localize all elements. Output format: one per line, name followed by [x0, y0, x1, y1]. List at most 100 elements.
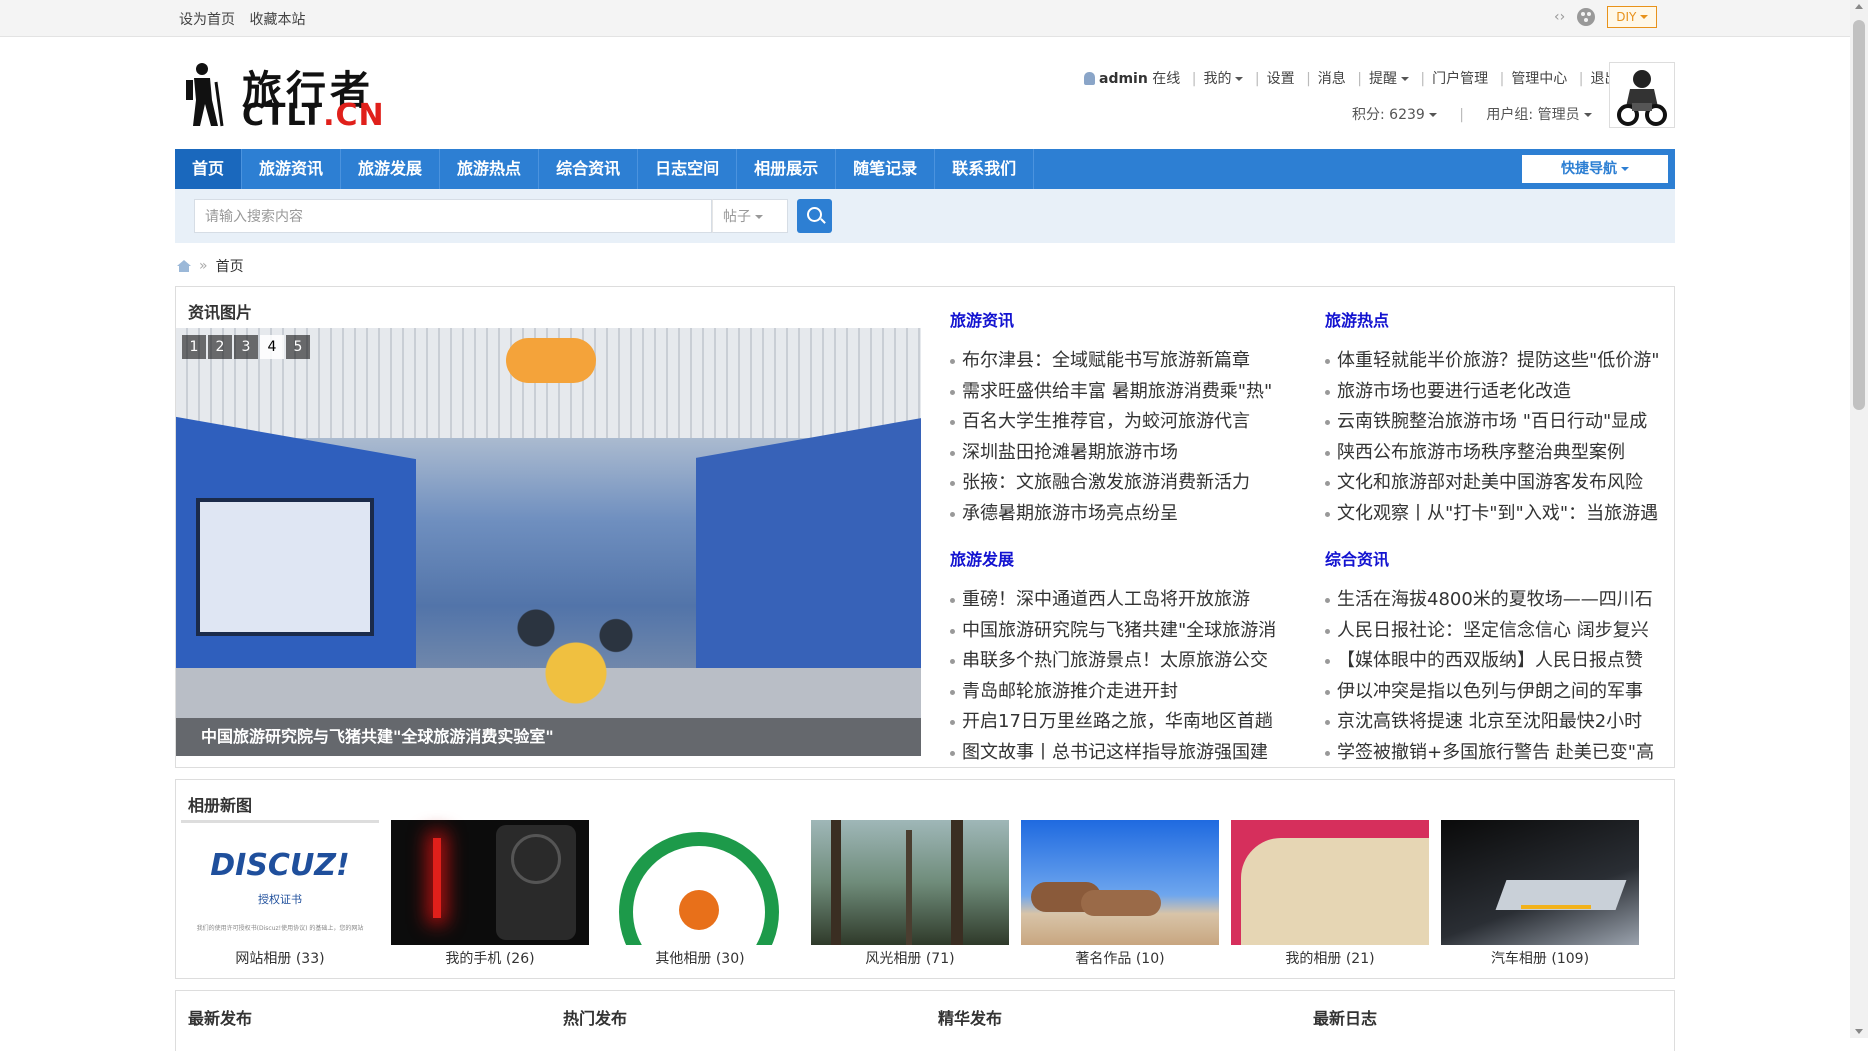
palette-icon[interactable] — [1577, 8, 1596, 26]
album-item[interactable]: 风光相册 (71) — [811, 820, 1009, 970]
nav-item-general-news[interactable]: 综合资讯 — [539, 149, 639, 189]
nav-item-travel-hotspots[interactable]: 旅游热点 — [440, 149, 540, 189]
code-icon[interactable]: ‹› — [1554, 9, 1565, 25]
news-item[interactable]: 中国旅游研究院与飞猪共建"全球旅游消 — [950, 616, 1285, 647]
scroll-up-icon[interactable] — [1855, 4, 1863, 9]
news-item[interactable]: 学签被撤销+多国旅行警告 赴美已变"高 — [1325, 738, 1660, 769]
news-item[interactable]: 串联多个热门旅游景点！太原旅游公交 — [950, 646, 1285, 677]
nav-item-notes[interactable]: 随笔记录 — [836, 149, 936, 189]
my-menu[interactable]: 我的 — [1203, 71, 1244, 87]
news-item[interactable]: 深圳盐田抢滩暑期旅游市场 — [950, 438, 1285, 469]
slider-page-4[interactable]: 4 — [260, 335, 284, 359]
album-thumbnail — [1021, 820, 1219, 945]
search-type-select[interactable]: 帖子 — [712, 199, 788, 233]
nav-item-travel-development[interactable]: 旅游发展 — [341, 149, 441, 189]
news-item[interactable]: 图文故事丨总书记这样指导旅游强国建 — [950, 738, 1285, 769]
nav-item-album[interactable]: 相册展示 — [737, 149, 837, 189]
messages-link[interactable]: 消息 — [1318, 71, 1346, 87]
news-heading[interactable]: 旅游热点 — [1325, 308, 1660, 346]
news-item[interactable]: 陕西公布旅游市场秩序整治典型案例 — [1325, 438, 1660, 469]
album-caption: 网站相册 (33) — [235, 951, 325, 967]
user-stats: 积分: 6239 | 用户组: 管理员 — [1352, 104, 1592, 124]
news-item[interactable]: 承德暑期旅游市场亮点纷呈 — [950, 499, 1285, 530]
album-caption: 我的手机 (26) — [445, 951, 535, 967]
album-title: 相册新图 — [188, 796, 253, 815]
news-column-travel-hotspots: 旅游热点 体重轻就能半价旅游？提防这些"低价游" 旅游市场也要进行适老化改造 云… — [1325, 308, 1660, 530]
album-item[interactable]: 著名作品 (10) — [1021, 820, 1219, 970]
search-input[interactable]: 请输入搜索内容 — [194, 199, 712, 233]
news-item[interactable]: 体重轻就能半价旅游？提防这些"低价游" — [1325, 346, 1660, 377]
news-item[interactable]: 文化和旅游部对赴美中国游客发布风险 — [1325, 468, 1660, 499]
site-logo[interactable]: 旅行者 CTLT.CN — [180, 58, 460, 133]
nav-item-contact[interactable]: 联系我们 — [935, 149, 1035, 189]
album-item[interactable]: 汽车相册 (109) — [1441, 820, 1639, 970]
points-label: 积分: 6239 — [1352, 107, 1425, 123]
news-heading[interactable]: 旅游发展 — [950, 547, 1285, 585]
main-nav: 首页 旅游资讯 旅游发展 旅游热点 综合资讯 日志空间 相册展示 随笔记录 联系… — [175, 149, 1675, 189]
news-item[interactable]: 布尔津县：全域赋能书写旅游新篇章 — [950, 346, 1285, 377]
album-thumbnail — [601, 820, 799, 945]
album-item[interactable]: 其他相册 (30) — [601, 820, 799, 970]
diy-button[interactable]: DIY — [1607, 6, 1658, 28]
avatar[interactable] — [1609, 62, 1675, 128]
portal-admin-link[interactable]: 门户管理 — [1432, 71, 1488, 87]
certificate-note: 我们的使用许可授权书(Discuz!使用协议) 的基础上，您的网站 — [196, 925, 364, 932]
image-slider[interactable]: 1 2 3 4 5 中国旅游研究院与飞猪共建"全球旅游消费实验室" — [176, 328, 921, 756]
reminder-menu[interactable]: 提醒 — [1369, 71, 1409, 87]
user-group-menu[interactable]: 用户组: 管理员 — [1486, 107, 1592, 123]
news-item[interactable]: 人民日报社论：坚定信念信心 阔步复兴 — [1325, 616, 1660, 647]
news-item[interactable]: 百名大学生推荐官，为蛟河旅游代言 — [950, 407, 1285, 438]
caret-down-icon — [755, 215, 763, 219]
search-button[interactable] — [797, 199, 832, 233]
news-column-general-news: 综合资讯 生活在海拔4800米的夏牧场——四川石 人民日报社论：坚定信念信心 阔… — [1325, 547, 1660, 769]
news-item[interactable]: 旅游市场也要进行适老化改造 — [1325, 377, 1660, 408]
nav-item-travel-news[interactable]: 旅游资讯 — [242, 149, 342, 189]
news-item[interactable]: 青岛邮轮旅游推介走进开封 — [950, 677, 1285, 708]
bell-icon[interactable] — [1084, 72, 1095, 85]
news-item[interactable]: 生活在海拔4800米的夏牧场——四川石 — [1325, 585, 1660, 616]
album-item[interactable]: DISCUZ! 授权证书 我们的使用许可授权书(Discuz!使用协议) 的基础… — [181, 820, 379, 970]
set-home-link[interactable]: 设为首页 — [179, 12, 235, 28]
certificate-subtitle: 授权证书 — [258, 893, 302, 906]
caret-down-icon — [1428, 113, 1437, 117]
news-item[interactable]: 云南铁腕整治旅游市场 "百日行动"显成 — [1325, 407, 1660, 438]
slider-page-3[interactable]: 3 — [234, 335, 258, 359]
username-link[interactable]: admin — [1099, 71, 1148, 87]
page-scrollbar[interactable] — [1850, 0, 1868, 1038]
slider-page-5[interactable]: 5 — [286, 335, 310, 359]
news-item[interactable]: 京沈高铁将提速 北京至沈阳最快2小时 — [1325, 707, 1660, 738]
home-icon[interactable] — [177, 260, 191, 272]
album-item[interactable]: 我的手机 (26) — [391, 820, 589, 970]
scroll-down-icon[interactable] — [1855, 1029, 1863, 1034]
album-item[interactable]: 我的相册 (21) — [1231, 820, 1429, 970]
news-column-travel-news: 旅游资讯 布尔津县：全域赋能书写旅游新篇章 需求旺盛供给丰富 暑期旅游消费乘"热… — [950, 308, 1285, 530]
slider-pager: 1 2 3 4 5 — [182, 335, 310, 359]
slider-caption[interactable]: 中国旅游研究院与飞猪共建"全球旅游消费实验室" — [176, 718, 921, 756]
admin-center-link[interactable]: 管理中心 — [1511, 71, 1567, 87]
caret-down-icon — [1621, 167, 1629, 171]
points-menu[interactable]: 积分: 6239 — [1352, 107, 1437, 123]
nav-item-home[interactable]: 首页 — [175, 149, 243, 189]
news-item[interactable]: 重磅！深中通道西人工岛将开放旅游 — [950, 585, 1285, 616]
news-item[interactable]: 【媒体眼中的西双版纳】人民日报点赞 — [1325, 646, 1660, 677]
caret-down-icon — [1583, 113, 1592, 117]
settings-link[interactable]: 设置 — [1267, 71, 1295, 87]
news-item[interactable]: 开启17日万里丝路之旅，华南地区首趟 — [950, 707, 1285, 738]
news-heading[interactable]: 旅游资讯 — [950, 308, 1285, 346]
album-thumbnail: DISCUZ! 授权证书 我们的使用许可授权书(Discuz!使用协议) 的基础… — [181, 820, 379, 945]
search-type-label: 帖子 — [723, 209, 751, 225]
hiker-logo-icon — [186, 63, 224, 127]
slider-page-2[interactable]: 2 — [208, 335, 232, 359]
slider-page-1[interactable]: 1 — [182, 335, 206, 359]
nav-item-blog-space[interactable]: 日志空间 — [638, 149, 738, 189]
scrollbar-thumb[interactable] — [1853, 20, 1865, 410]
album-caption: 其他相册 (30) — [655, 951, 745, 967]
news-item[interactable]: 文化观察丨从"打卡"到"入戏"：当旅游遇 — [1325, 499, 1660, 530]
news-item[interactable]: 张掖：文旅融合激发旅游消费新活力 — [950, 468, 1285, 499]
diy-label: DIY — [1616, 10, 1637, 24]
news-item[interactable]: 伊以冲突是指以色列与伊朗之间的军事 — [1325, 677, 1660, 708]
news-heading[interactable]: 综合资讯 — [1325, 547, 1660, 585]
quick-nav-button[interactable]: 快捷导航 — [1522, 155, 1668, 183]
bookmark-link[interactable]: 收藏本站 — [249, 12, 305, 28]
news-item[interactable]: 需求旺盛供给丰富 暑期旅游消费乘"热" — [950, 377, 1285, 408]
